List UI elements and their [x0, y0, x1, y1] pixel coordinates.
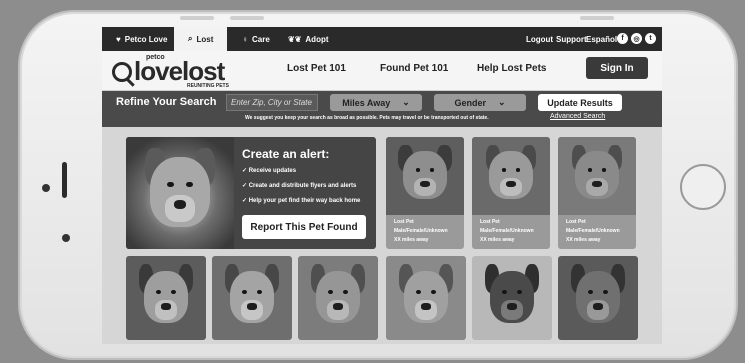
- chevron-down-icon: ⌄: [402, 97, 410, 107]
- top-nav: ♥ Petco Love ⌕ Lost ♀ Care ❦❦ Adopt Logo…: [102, 27, 662, 51]
- magnifier-icon: ⌕: [188, 34, 193, 43]
- instagram-icon[interactable]: ◎: [631, 33, 642, 44]
- pet-card[interactable]: Lost Pet Male/Female/Unknown XX miles aw…: [386, 137, 464, 249]
- nav-adopt[interactable]: ❦❦ Adopt: [288, 27, 329, 51]
- pet-distance: XX miles away: [566, 237, 601, 243]
- lost-pet-101-link[interactable]: Lost Pet 101: [287, 63, 346, 74]
- screen: ♥ Petco Love ⌕ Lost ♀ Care ❦❦ Adopt Logo…: [102, 27, 662, 344]
- logo-magnifier-icon: [112, 62, 132, 82]
- pet-card[interactable]: Lost Pet Male/Female/Unknown XX miles aw…: [472, 137, 550, 249]
- phone-speaker: [62, 162, 67, 198]
- alert-dog-photo: [126, 137, 234, 249]
- alert-benefit: ✓ Help your pet find their way back home: [242, 198, 361, 204]
- pet-photo: [472, 137, 550, 215]
- search-note: We suggest you keep your search as broad…: [245, 115, 489, 121]
- search-bar: Refine Your Search Enter Zip, City or St…: [102, 91, 662, 127]
- pet-card[interactable]: Lost Pet Male/Female/Unknown XX miles aw…: [558, 137, 636, 249]
- pet-tile[interactable]: [126, 256, 206, 340]
- chevron-down-icon: ⌄: [497, 97, 506, 107]
- advanced-search-link[interactable]: Advanced Search: [550, 113, 605, 120]
- facebook-icon[interactable]: f: [617, 33, 628, 44]
- volume-button: [180, 16, 214, 20]
- pet-distance: XX miles away: [480, 237, 515, 243]
- heart-icon: ♥: [116, 34, 121, 44]
- sign-in-button[interactable]: Sign In: [586, 57, 648, 79]
- twitter-icon[interactable]: t: [645, 33, 656, 44]
- pet-photo: [558, 137, 636, 215]
- power-button: [580, 16, 614, 20]
- alert-benefit: ✓ Create and distribute flyers and alert…: [242, 183, 357, 189]
- pet-sex: Male/Female/Unknown: [480, 228, 534, 234]
- pet-distance: XX miles away: [394, 237, 429, 243]
- distance-select[interactable]: Miles Away ⌄: [330, 94, 422, 111]
- volume-button: [230, 16, 264, 20]
- alert-benefit: ✓ Receive updates: [242, 168, 297, 174]
- pet-status: Lost Pet: [566, 219, 586, 225]
- pet-tile[interactable]: [212, 256, 292, 340]
- found-pet-101-link[interactable]: Found Pet 101: [380, 63, 448, 74]
- pet-sex: Male/Female/Unknown: [394, 228, 448, 234]
- stethoscope-icon: ♀: [242, 34, 248, 44]
- pet-tile[interactable]: [472, 256, 552, 340]
- site-header: petco lovelost REUNITING PETS Lost Pet 1…: [102, 51, 662, 91]
- logout-link[interactable]: Logout: [526, 27, 553, 51]
- alert-title: Create an alert:: [242, 147, 330, 161]
- home-button[interactable]: [680, 164, 726, 210]
- pet-tile[interactable]: [298, 256, 378, 340]
- pet-sex: Male/Female/Unknown: [566, 228, 620, 234]
- nav-care[interactable]: ♀ Care: [242, 27, 270, 51]
- nav-lost[interactable]: ⌕ Lost: [174, 27, 228, 51]
- report-pet-found-button[interactable]: Report This Pet Found: [242, 215, 366, 239]
- logo-tagline: REUNITING PETS: [187, 83, 229, 89]
- create-alert-card: Create an alert: ✓ Receive updates ✓ Cre…: [126, 137, 376, 249]
- search-title: Refine Your Search: [116, 96, 217, 108]
- help-lost-pets-link[interactable]: Help Lost Pets: [477, 63, 546, 74]
- gender-select[interactable]: Gender ⌄: [434, 94, 526, 111]
- pet-tile[interactable]: [558, 256, 638, 340]
- results-area: Create an alert: ✓ Receive updates ✓ Cre…: [102, 127, 662, 344]
- pet-status: Lost Pet: [394, 219, 414, 225]
- language-link[interactable]: Español: [586, 27, 617, 51]
- phone-sensor: [62, 234, 70, 242]
- phone-camera: [42, 184, 50, 192]
- pet-status: Lost Pet: [480, 219, 500, 225]
- support-link[interactable]: Support: [556, 27, 587, 51]
- update-results-button[interactable]: Update Results: [538, 94, 622, 111]
- pets-group-icon: ❦❦: [288, 34, 302, 44]
- location-input[interactable]: Enter Zip, City or State: [226, 94, 318, 111]
- nav-petco-love[interactable]: ♥ Petco Love: [116, 27, 167, 51]
- pet-tile[interactable]: [386, 256, 466, 340]
- logo[interactable]: lovelost: [134, 57, 225, 85]
- pet-photo: [386, 137, 464, 215]
